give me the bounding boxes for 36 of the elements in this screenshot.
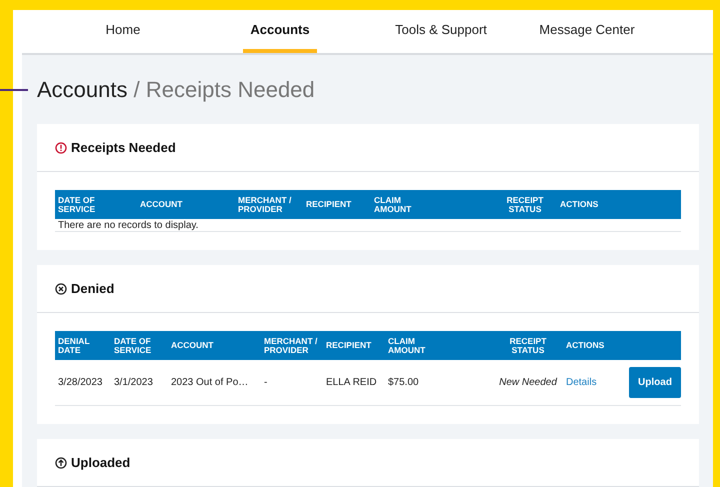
column-header: ACCOUNT xyxy=(171,341,214,350)
table-cell-text: - xyxy=(264,376,268,390)
up-arrow-circle-icon xyxy=(55,456,67,468)
table-cell-text: $75.00 xyxy=(388,376,420,390)
column-header: MERCHANT / PROVIDER xyxy=(264,336,318,354)
close-circle-icon xyxy=(55,282,67,294)
nav-tab[interactable]: Tools & Support xyxy=(388,10,494,53)
column-header: DENIAL DATE xyxy=(58,336,90,354)
table-cell-text: 3/1/2023 xyxy=(114,376,154,390)
column-header: ACTIONS xyxy=(566,341,604,350)
column-header: ACTIONS xyxy=(560,200,598,209)
alert-icon xyxy=(55,142,67,154)
section-title: Denied xyxy=(71,280,114,298)
section-title: Uploaded xyxy=(71,454,130,472)
column-header: DATE OF SERVICE xyxy=(58,196,96,214)
column-header: ACCOUNT xyxy=(140,200,182,209)
details-link[interactable]: Details xyxy=(566,375,629,390)
table-cell-text: ELLA REID xyxy=(326,376,378,390)
nav-tab[interactable]: Home xyxy=(98,10,148,53)
table-cell-text: 3/28/2023 xyxy=(58,376,104,390)
accent-line xyxy=(0,89,28,91)
breadcrumb: Accounts / Receipts Needed xyxy=(37,76,315,104)
upload-button[interactable]: Upload xyxy=(629,367,681,398)
column-header: MERCHANT / PROVIDER xyxy=(238,196,292,214)
section-title: Receipts Needed xyxy=(71,138,176,157)
receipt-status: New Needed xyxy=(498,376,558,390)
column-header: DATE OF SERVICE xyxy=(114,336,152,354)
table-cell-text: 2023 Out of Po… xyxy=(171,376,250,390)
column-header: RECIPIENT xyxy=(306,200,352,209)
column-header: RECIPIENT xyxy=(326,341,372,350)
column-header: RECEIPT STATUS xyxy=(506,196,544,214)
empty-message: There are no records to display. xyxy=(58,218,198,232)
nav-tab[interactable]: Message Center xyxy=(532,10,642,53)
column-header: RECEIPT STATUS xyxy=(508,336,548,354)
column-header: CLAIM AMOUNT xyxy=(374,196,412,214)
column-header: CLAIM AMOUNT xyxy=(388,336,426,354)
